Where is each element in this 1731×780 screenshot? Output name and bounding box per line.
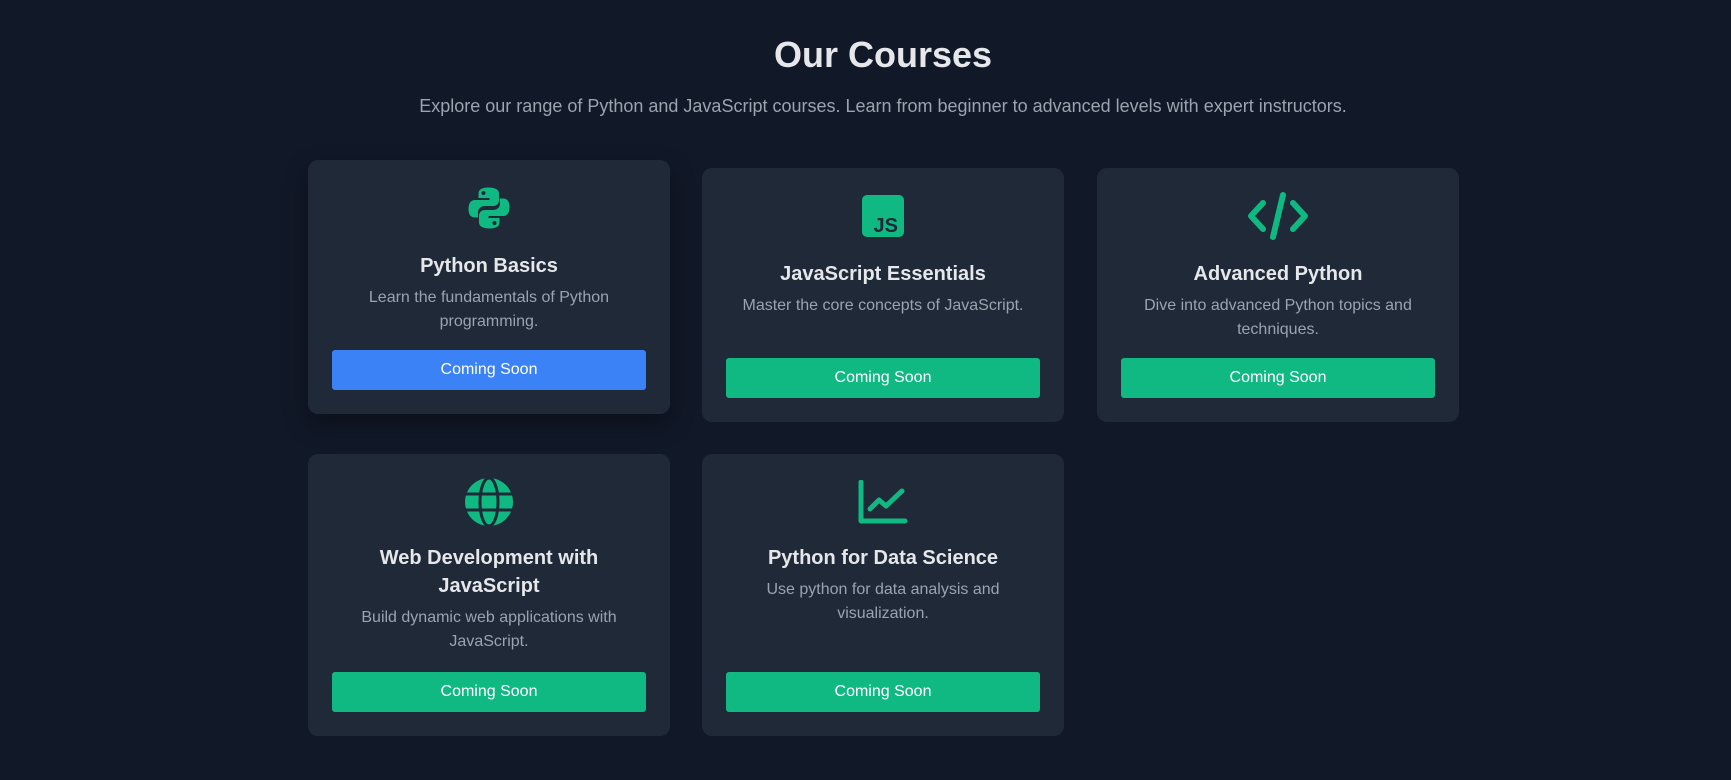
course-description: Master the core concepts of JavaScript. <box>742 297 1024 314</box>
coming-soon-button[interactable]: Coming Soon <box>1121 358 1435 398</box>
course-description: Dive into advanced Python topics and tec… <box>1144 297 1412 338</box>
course-title: JavaScript Essentials <box>780 263 986 285</box>
code-icon <box>1097 191 1459 241</box>
course-title: Advanced Python <box>1193 263 1363 285</box>
page-title: Our Courses <box>773 34 993 75</box>
course-title: Web Development with JavaScript <box>379 547 599 597</box>
globe-icon <box>308 477 670 527</box>
course-card-web-development: Web Development with JavaScript Build dy… <box>308 454 670 736</box>
svg-text:JS: JS <box>874 215 898 237</box>
javascript-icon: JS <box>702 195 1064 237</box>
course-card-advanced-python: Advanced Python Dive into advanced Pytho… <box>1097 168 1459 422</box>
course-description: Learn the fundamentals of Python program… <box>368 289 610 330</box>
course-title: Python Basics <box>420 255 558 277</box>
course-card-python-data-science: Python for Data Science Use python for d… <box>702 454 1064 736</box>
page-subtitle: Explore our range of Python and JavaScri… <box>419 96 1347 116</box>
coming-soon-button[interactable]: Coming Soon <box>726 358 1040 398</box>
course-card-javascript-essentials: JS JavaScript Essentials Master the core… <box>702 168 1064 422</box>
python-icon <box>308 186 670 230</box>
course-title: Python for Data Science <box>767 547 999 569</box>
coming-soon-button[interactable]: Coming Soon <box>332 350 646 390</box>
chart-line-icon <box>702 480 1064 524</box>
course-description: Build dynamic web applications with Java… <box>361 609 617 650</box>
coming-soon-button[interactable]: Coming Soon <box>726 672 1040 712</box>
course-description: Use python for data analysis and visuali… <box>766 581 1000 622</box>
coming-soon-button[interactable]: Coming Soon <box>332 672 646 712</box>
course-card-python-basics: Python Basics Learn the fundamentals of … <box>308 160 670 414</box>
